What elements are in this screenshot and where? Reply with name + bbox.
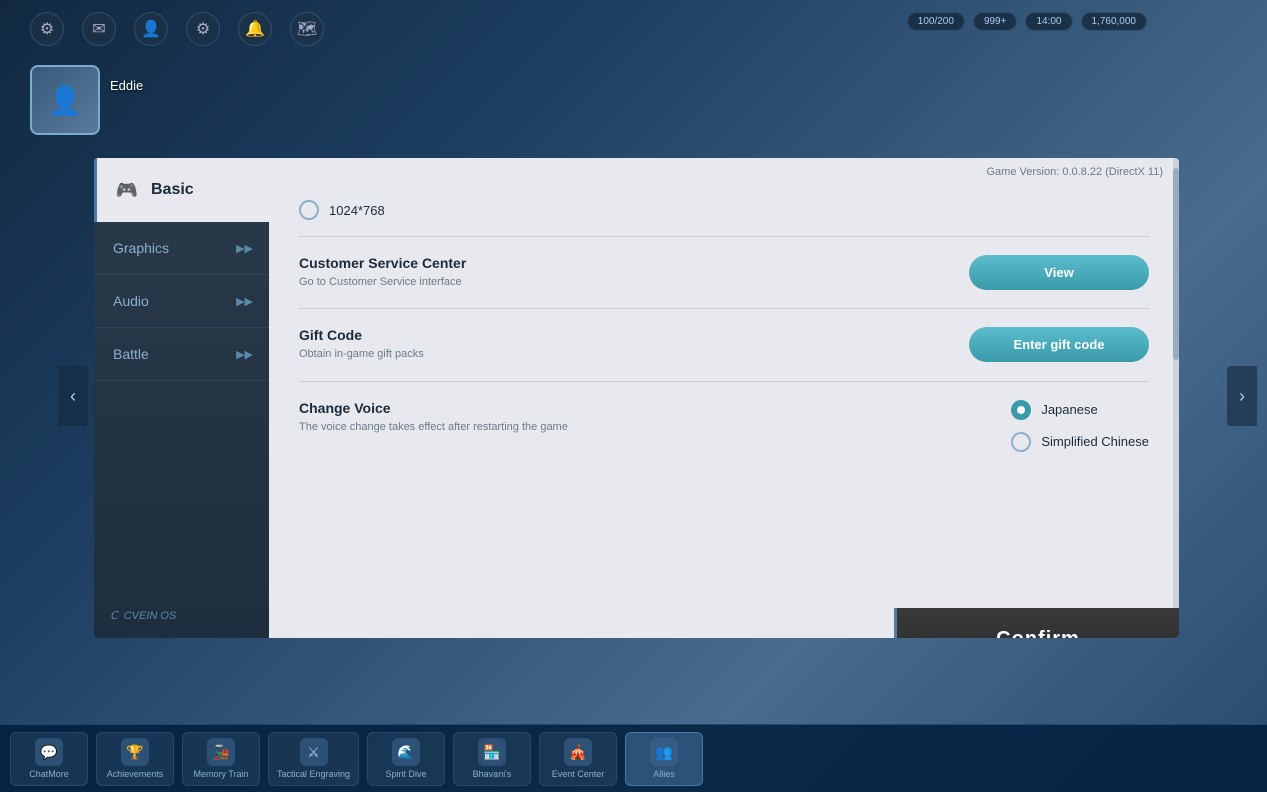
- taskbar-item-tactical[interactable]: ⚔ Tactical Engraving: [268, 732, 359, 786]
- taskbar-item-event-center[interactable]: 🎪 Event Center: [539, 732, 617, 786]
- gift-code-title: Gift Code: [299, 327, 949, 343]
- sidebar-label-audio: Audio: [113, 293, 226, 309]
- taskbar-label-achievements: Achievements: [107, 769, 164, 779]
- nav-arrow-left[interactable]: ‹: [58, 366, 88, 426]
- japanese-radio[interactable]: [1011, 400, 1031, 420]
- hud-item-1: 100/200: [907, 12, 965, 31]
- taskbar-label-chatmore: ChatMore: [29, 769, 69, 779]
- memory-train-icon: 🚂: [207, 738, 235, 766]
- taskbar-item-memory-train[interactable]: 🚂 Memory Train: [182, 732, 260, 786]
- sidebar-item-basic[interactable]: 🎮 Basic: [94, 158, 269, 222]
- battle-arrow: ▶▶: [236, 348, 253, 361]
- avatar: 👤: [30, 65, 100, 135]
- change-voice-desc: The voice change takes effect after rest…: [299, 420, 991, 435]
- confirm-button[interactable]: Confirm: [894, 608, 1179, 638]
- graphics-arrow: ▶▶: [236, 242, 253, 255]
- taskbar-item-allies[interactable]: 👥 Allies: [625, 732, 703, 786]
- spirit-dive-icon: 🌊: [392, 738, 420, 766]
- resolution-row: 1024*768: [299, 192, 1149, 237]
- menu-icon[interactable]: ⚙: [186, 12, 220, 46]
- simplified-chinese-label: Simplified Chinese: [1041, 434, 1149, 449]
- content-area: Game Version: 0.0.8.22 (DirectX 11) 1024…: [269, 158, 1179, 638]
- simplified-chinese-option[interactable]: Simplified Chinese: [1011, 432, 1149, 452]
- resolution-option[interactable]: 1024*768: [299, 200, 385, 220]
- sidebar: 🎮 Basic Graphics ▶▶ Audio ▶▶ Battle ▶▶ ꓚ…: [94, 158, 269, 638]
- notification-icon[interactable]: 🔔: [238, 12, 272, 46]
- map-icon[interactable]: 🗺: [290, 12, 324, 46]
- change-voice-title: Change Voice: [299, 400, 991, 416]
- resolution-label: 1024*768: [329, 203, 385, 218]
- customer-service-info: Customer Service Center Go to Customer S…: [299, 255, 949, 290]
- customer-service-control: View: [969, 255, 1149, 290]
- top-right-hud: 100/200 999+ 14:00 1,760,000: [907, 12, 1147, 31]
- taskbar-label-spirit-dive: Spirit Dive: [386, 769, 427, 779]
- resolution-radio[interactable]: [299, 200, 319, 220]
- settings-icon[interactable]: ⚙: [30, 12, 64, 46]
- logo-text: CVEIN OS: [124, 610, 177, 622]
- view-button[interactable]: View: [969, 255, 1149, 290]
- change-voice-control: Japanese Simplified Chinese: [1011, 400, 1149, 452]
- taskbar-label-tactical: Tactical Engraving: [277, 769, 350, 779]
- enter-gift-code-button[interactable]: Enter gift code: [969, 327, 1149, 362]
- voice-radio-group: Japanese Simplified Chinese: [1011, 400, 1149, 452]
- taskbar-label-allies: Allies: [653, 769, 675, 779]
- sidebar-label-battle: Battle: [113, 346, 226, 362]
- nav-arrow-right[interactable]: ›: [1227, 366, 1257, 426]
- change-voice-info: Change Voice The voice change takes effe…: [299, 400, 991, 435]
- customer-service-row: Customer Service Center Go to Customer S…: [299, 237, 1149, 309]
- taskbar-item-bhavanis[interactable]: 🏪 Bhavani's: [453, 732, 531, 786]
- top-toolbar: ⚙ ✉ 👤 ⚙ 🔔 🗺: [30, 12, 324, 46]
- sidebar-label-graphics: Graphics: [113, 240, 226, 256]
- confirm-label: Confirm: [996, 628, 1080, 639]
- basic-icon: 🎮: [113, 176, 141, 204]
- sidebar-item-audio[interactable]: Audio ▶▶: [94, 275, 269, 328]
- settings-modal: 🎮 Basic Graphics ▶▶ Audio ▶▶ Battle ▶▶ ꓚ…: [94, 158, 1179, 638]
- japanese-label: Japanese: [1041, 402, 1097, 417]
- audio-arrow: ▶▶: [236, 295, 253, 308]
- change-voice-row: Change Voice The voice change takes effe…: [299, 382, 1149, 470]
- scroll-thumb[interactable]: [1173, 168, 1179, 360]
- username-label: Eddie: [110, 78, 143, 93]
- taskbar-label-bhavanis: Bhavani's: [473, 769, 512, 779]
- hud-item-3: 14:00: [1025, 12, 1072, 31]
- customer-service-title: Customer Service Center: [299, 255, 949, 271]
- simplified-chinese-radio[interactable]: [1011, 432, 1031, 452]
- achievements-icon: 🏆: [121, 738, 149, 766]
- logo-icon: ꓚ: [110, 609, 118, 622]
- taskbar-item-chatmore[interactable]: 💬 ChatMore: [10, 732, 88, 786]
- hud-item-2: 999+: [973, 12, 1018, 31]
- taskbar-item-spirit-dive[interactable]: 🌊 Spirit Dive: [367, 732, 445, 786]
- bottom-taskbar: 💬 ChatMore 🏆 Achievements 🚂 Memory Train…: [0, 724, 1267, 792]
- gift-code-info: Gift Code Obtain in-game gift packs: [299, 327, 949, 362]
- mail-icon[interactable]: ✉: [82, 12, 116, 46]
- japanese-option[interactable]: Japanese: [1011, 400, 1149, 420]
- chatmore-icon: 💬: [35, 738, 63, 766]
- gift-code-desc: Obtain in-game gift packs: [299, 347, 949, 362]
- user-icon[interactable]: 👤: [134, 12, 168, 46]
- content-body: 1024*768 Customer Service Center Go to C…: [269, 182, 1179, 638]
- tactical-icon: ⚔: [300, 738, 328, 766]
- scroll-indicator: [1173, 158, 1179, 638]
- bhavanis-icon: 🏪: [478, 738, 506, 766]
- sidebar-label-basic: Basic: [151, 181, 253, 199]
- gift-code-control: Enter gift code: [969, 327, 1149, 362]
- sidebar-logo: ꓚ CVEIN OS: [94, 593, 269, 638]
- sidebar-item-graphics[interactable]: Graphics ▶▶: [94, 222, 269, 275]
- gift-code-row: Gift Code Obtain in-game gift packs Ente…: [299, 309, 1149, 381]
- hud-item-4: 1,760,000: [1081, 12, 1148, 31]
- sidebar-item-battle[interactable]: Battle ▶▶: [94, 328, 269, 381]
- event-center-icon: 🎪: [564, 738, 592, 766]
- taskbar-item-achievements[interactable]: 🏆 Achievements: [96, 732, 174, 786]
- allies-icon: 👥: [650, 738, 678, 766]
- taskbar-label-memory-train: Memory Train: [193, 769, 248, 779]
- game-version: Game Version: 0.0.8.22 (DirectX 11): [269, 158, 1179, 182]
- taskbar-label-event-center: Event Center: [552, 769, 605, 779]
- customer-service-desc: Go to Customer Service interface: [299, 275, 949, 290]
